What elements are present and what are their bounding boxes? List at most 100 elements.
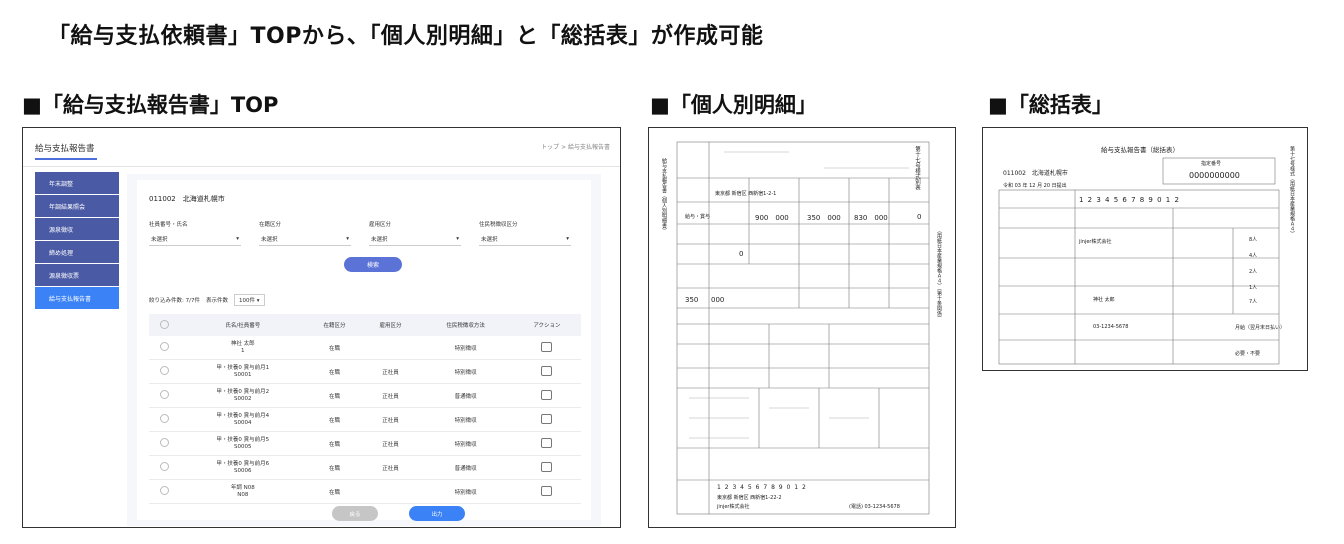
print-icon[interactable] [541, 389, 553, 400]
tax-amount: 0 [917, 213, 922, 221]
summary-form-image: 給与支払報告書（総括表） 011002 北海道札幌市 指定番号 00000000… [982, 127, 1308, 371]
chevron-down-icon: ▾ [456, 235, 459, 242]
filter-value: 未選択 [371, 236, 388, 243]
summary-representative: 神社 太郎 [1093, 297, 1115, 303]
result-count: 絞り込み件数: 7/7件 [149, 298, 200, 304]
detail-form-image: 第十七号様式別表 給与支払報告書（個人別明細書） （用紙日本産業規格Ａ４）（第十… [648, 127, 956, 528]
row-checkbox[interactable] [159, 342, 169, 351]
amount-paid: 900 000 [755, 214, 789, 222]
side-title: 第十七号様式別表 [914, 146, 920, 190]
select-all-checkbox[interactable] [159, 319, 169, 329]
type-cell: 正社員 [362, 359, 419, 384]
section-title-top: ■「給与支払報告書」TOP [22, 93, 279, 117]
summary-side-title: 第十七号様式（用紙日本産業規格Ａ４） [1289, 146, 1295, 236]
sidebar-item-result[interactable]: 年調結果照会 [35, 195, 119, 217]
employee-link[interactable]: 神社 太郎 1 [179, 336, 307, 360]
search-button[interactable]: 検索 [344, 257, 402, 272]
row-checkbox[interactable] [159, 438, 169, 447]
filter-select-status[interactable]: 未選択 ▾ [259, 232, 351, 246]
filter-select-employee[interactable]: 未選択 ▾ [149, 232, 241, 246]
payer-name: jinjer株式会社 [717, 504, 750, 510]
chevron-down-icon: ▾ [236, 235, 239, 242]
filter-label-tax: 住民税徴収区分 [479, 222, 518, 228]
table-row: 甲・扶養0 賞与前月6 S0006 在職 正社員 普通徴収 [149, 455, 581, 480]
employee-link[interactable]: 甲・扶養0 賞与前月6 S0006 [179, 455, 307, 480]
row-checkbox[interactable] [159, 462, 169, 471]
column-header-employment: 雇用区分 [362, 314, 419, 336]
table-row: 甲・扶養0 賞与前月4 S0004 在職 正社員 特別徴収 [149, 407, 581, 432]
filter-select-tax[interactable]: 未選択 ▾ [479, 232, 571, 246]
table-body: 神社 太郎 1 在職 特別徴収 甲・扶養0 賞与前月1 S0001 在職 正社員 特別徴収 甲… [149, 336, 581, 504]
sidebar-item-closing[interactable]: 締め処理 [35, 241, 119, 263]
breadcrumb[interactable]: トップ > 給与支払報告書 [541, 142, 610, 151]
sidebar-item-withholding[interactable]: 源泉徴収 [35, 218, 119, 240]
content-card: 011002 北海道札幌市 社員番号・氏名 未選択 ▾ 在籍区分 未選択 ▾ 雇用区… [137, 180, 591, 521]
per-page-label: 表示件数 [205, 298, 228, 304]
table-row: 神社 太郎 1 在職 特別徴収 [149, 336, 581, 360]
company-label: 011002 北海道札幌市 [149, 195, 225, 203]
summary-city: 011002 北海道札幌市 [1003, 170, 1068, 177]
result-info: 絞り込み件数: 7/7件 表示件数 100件 ▾ [149, 294, 265, 306]
filter-value: 未選択 [481, 236, 498, 243]
type-cell [362, 336, 419, 360]
employee-link[interactable]: 甲・扶養0 賞与前月4 S0004 [179, 407, 307, 432]
back-button[interactable]: 戻る [332, 506, 378, 521]
sidebar-item-report[interactable]: 給与支払報告書 [35, 287, 119, 309]
employee-link[interactable]: 甲・扶養0 賞与前月2 S0002 [179, 383, 307, 408]
sidebar-item-slip[interactable]: 源泉徴収票 [35, 264, 119, 286]
column-header-action: アクション [512, 314, 581, 336]
row-checkbox[interactable] [159, 414, 169, 423]
table-row: 甲・扶養0 賞与前月5 S0005 在職 正社員 特別徴収 [149, 431, 581, 456]
column-header-status: 在籍区分 [306, 314, 363, 336]
summary-grid-lines [998, 157, 1280, 365]
output-button[interactable]: 出力 [409, 506, 465, 521]
row-checkbox[interactable] [159, 486, 169, 495]
table-row: 年調 N08 N08 在職 特別徴収 [149, 479, 581, 504]
row-checkbox[interactable] [159, 390, 169, 399]
employee-link[interactable]: 年調 N08 N08 [179, 479, 307, 504]
type-cell: 正社員 [362, 431, 419, 456]
section-title-summary: ■「総括表」 [988, 93, 1113, 117]
amount-after-deduction: 350 000 [807, 214, 841, 222]
per-page-select[interactable]: 100件 ▾ [233, 294, 265, 306]
status-cell: 在職 [306, 455, 363, 480]
table-header: 氏名/社員番号 在籍区分 雇用区分 住民税徴収方法 アクション [149, 314, 581, 336]
method-cell: 特別徴収 [418, 407, 513, 432]
corp-number: 1 2 3 4 5 6 7 8 9 0 1 2 [717, 484, 807, 491]
designated-number-label: 指定番号 [1201, 161, 1222, 167]
payment-type: 給与・賞与 [685, 214, 711, 220]
page-heading: 「給与支払依頼書」TOPから、「個人別明細」と「総括表」が作成可能 [48, 24, 764, 49]
print-icon[interactable] [541, 365, 553, 376]
print-icon[interactable] [541, 485, 553, 496]
table-row: 甲・扶養0 賞与前月2 S0002 在職 正社員 普通徴収 [149, 383, 581, 408]
method-cell: 特別徴収 [418, 431, 513, 456]
section-title-detail: ■「個人別明細」 [650, 93, 817, 117]
status-cell: 在職 [306, 383, 363, 408]
filter-label-employment: 雇用区分 [369, 222, 392, 228]
count-recipients: 7人 [1249, 299, 1258, 305]
row-checkbox[interactable] [159, 366, 169, 375]
filter-value: 未選択 [261, 236, 278, 243]
method-cell: 特別徴収 [418, 479, 513, 504]
header-divider [23, 166, 620, 167]
type-cell [362, 479, 419, 504]
select-all-cell[interactable] [149, 314, 179, 336]
summary-corp-number: 1 2 3 4 5 6 7 8 9 0 1 2 [1079, 196, 1180, 204]
filter-select-employment[interactable]: 未選択 ▾ [369, 232, 461, 246]
sidebar: 年末調整 年調結果照会 源泉徴収 締め処理 源泉徴収票 給与支払報告書 [35, 172, 119, 310]
print-icon[interactable] [541, 461, 553, 472]
main-area: 011002 北海道札幌市 社員番号・氏名 未選択 ▾ 在籍区分 未選択 ▾ 雇用区… [127, 174, 601, 526]
summary-company: jinjer株式会社 [1079, 239, 1112, 245]
method-cell: 特別徴収 [418, 359, 513, 384]
submit-date: 令和 03 年 12 月 20 日提出 [1003, 183, 1067, 189]
filter-value: 未選択 [151, 236, 168, 243]
print-icon[interactable] [541, 413, 553, 424]
employee-link[interactable]: 甲・扶養0 賞与前月1 S0001 [179, 359, 307, 384]
method-cell: 特別徴収 [418, 336, 513, 360]
print-icon[interactable] [541, 437, 553, 448]
method-cell: 普通徴収 [418, 383, 513, 408]
column-header-method: 住民税徴収方法 [418, 314, 513, 336]
print-icon[interactable] [541, 341, 553, 352]
employee-link[interactable]: 甲・扶養0 賞与前月5 S0005 [179, 431, 307, 456]
sidebar-item-nencho[interactable]: 年末調整 [35, 172, 119, 194]
